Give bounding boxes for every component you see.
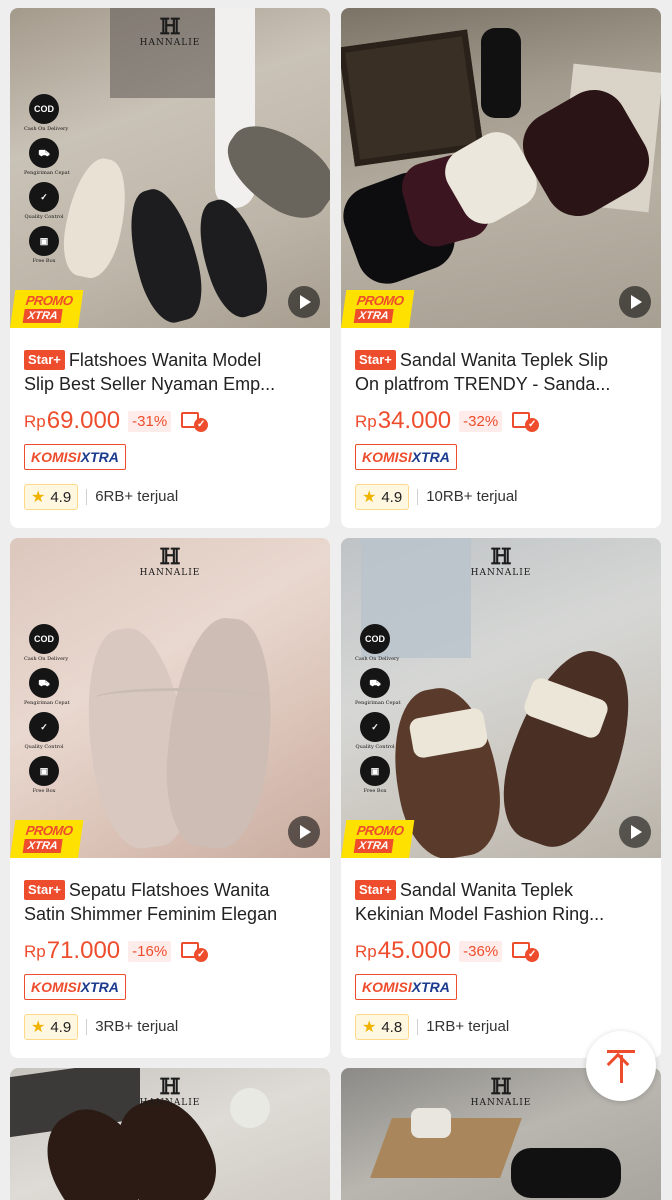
sold-count: 10RB+ terjual <box>417 489 518 505</box>
play-video-icon[interactable] <box>619 816 651 848</box>
promo-xtra-label: PROMO XTRA <box>10 290 84 328</box>
product-image[interactable]: ℍ HANNALIE COD Cash On Delivery ⛟ Pengirim… <box>10 8 330 328</box>
product-price: 69.000 <box>46 407 121 434</box>
check-icon: ✓ <box>360 712 390 742</box>
price-row: Rp 71.000 -16% ✓ <box>24 936 316 966</box>
picture-frame-image <box>341 29 484 167</box>
sandal-image <box>511 1148 621 1198</box>
shoe-image <box>118 182 212 328</box>
brand-logo: ℍ HANNALIE <box>470 544 532 578</box>
star-icon: ★ <box>362 1019 377 1036</box>
product-title[interactable]: Star+ Flatshoes Wanita Model Slip Best Se… <box>24 348 316 396</box>
voucher-icon: ✓ <box>181 940 211 962</box>
product-title[interactable]: Star+ Sandal Wanita Teplek Slip On platfr… <box>355 348 647 396</box>
voucher-icon: ✓ <box>512 940 542 962</box>
box-icon: ▣ <box>29 226 59 256</box>
komisi-xtra-badge: KOMISIXTRA <box>355 974 457 1000</box>
cod-icon: COD <box>29 624 59 654</box>
promo-xtra-label: PROMO XTRA <box>10 820 84 858</box>
back-to-top-button[interactable] <box>586 1031 656 1101</box>
play-video-icon[interactable] <box>288 816 320 848</box>
rating-badge: ★ 4.9 <box>355 484 410 510</box>
delivery-truck-icon: ⛟ <box>29 138 59 168</box>
product-grid: ℍ HANNALIE COD Cash On Delivery ⛟ Pengirim… <box>0 0 672 1200</box>
rating-badge: ★ 4.9 <box>24 1014 79 1040</box>
delivery-truck-icon: ⛟ <box>360 668 390 698</box>
product-image[interactable]: ℍ HANNALIE COD Cash On Delivery ⛟ Pengirim… <box>10 538 330 858</box>
service-badges: COD Cash On Delivery ⛟ Pengiriman Cepat ✓ Q… <box>24 94 70 270</box>
play-video-icon[interactable] <box>288 286 320 318</box>
product-title[interactable]: Star+ Sepatu Flatshoes Wanita Satin Shimm… <box>24 878 316 926</box>
promo-xtra-label: PROMO XTRA <box>341 290 415 328</box>
price-row: Rp 45.000 -36% ✓ <box>355 936 647 966</box>
shoe-image <box>158 613 282 853</box>
star-plus-badge: Star+ <box>24 350 65 370</box>
product-title[interactable]: Star+ Sandal Wanita Teplek Kekinian Model… <box>355 878 647 926</box>
pot-image <box>411 1108 451 1138</box>
komisi-xtra-badge: KOMISIXTRA <box>355 444 457 470</box>
product-card[interactable]: ℍ HANNALIE COD Cash On Delivery ⛟ Pengirim… <box>10 538 330 1058</box>
star-icon: ★ <box>362 489 377 506</box>
product-price: 45.000 <box>377 937 452 964</box>
arrow-up-icon <box>607 1050 635 1053</box>
price-row: Rp 34.000 -32% ✓ <box>355 406 647 436</box>
service-badges: COD Cash On Delivery ⛟ Pengiriman Cepat ✓ Q… <box>355 624 401 800</box>
voucher-icon: ✓ <box>512 410 542 432</box>
star-plus-badge: Star+ <box>355 880 396 900</box>
product-image[interactable]: ℍ HANNALIE <box>10 1068 330 1200</box>
delivery-truck-icon: ⛟ <box>29 668 59 698</box>
cod-icon: COD <box>360 624 390 654</box>
sold-count: 3RB+ terjual <box>86 1019 178 1035</box>
discount-badge: -16% <box>128 940 172 962</box>
star-icon: ★ <box>31 489 46 506</box>
service-badges: COD Cash On Delivery ⛟ Pengiriman Cepat ✓ Q… <box>24 624 70 800</box>
bow-image <box>95 688 265 708</box>
product-image[interactable]: ℍ HANNALIE COD Cash On Delivery ⛟ Pengirim… <box>341 538 661 858</box>
product-price: 34.000 <box>377 407 452 434</box>
star-plus-badge: Star+ <box>24 880 65 900</box>
komisi-xtra-badge: KOMISIXTRA <box>24 444 126 470</box>
product-card[interactable]: PROMO XTRA Star+ Sandal Wanita Teplek Slip… <box>341 8 661 528</box>
discount-badge: -31% <box>128 410 172 432</box>
brand-logo: ℍ HANNALIE <box>139 1074 201 1108</box>
cod-icon: COD <box>29 94 59 124</box>
discount-badge: -36% <box>459 940 503 962</box>
box-icon: ▣ <box>360 756 390 786</box>
product-card[interactable]: ℍ HANNALIE <box>10 1068 330 1200</box>
star-icon: ★ <box>31 1019 46 1036</box>
product-card[interactable]: ℍ HANNALIE COD Cash On Delivery ⛟ Pengirim… <box>341 538 661 1058</box>
product-card[interactable]: ℍ HANNALIE COD Cash On Delivery ⛟ Pengirim… <box>10 8 330 528</box>
shoe-image <box>187 192 278 324</box>
sold-count: 6RB+ terjual <box>86 489 178 505</box>
flower-image <box>230 1088 270 1128</box>
price-row: Rp 69.000 -31% ✓ <box>24 406 316 436</box>
vase-image <box>481 28 521 118</box>
rating-badge: ★ 4.8 <box>355 1014 410 1040</box>
rating-badge: ★ 4.9 <box>24 484 79 510</box>
star-plus-badge: Star+ <box>355 350 396 370</box>
promo-xtra-label: PROMO XTRA <box>341 820 415 858</box>
brand-logo: ℍ HANNALIE <box>139 14 201 48</box>
box-icon: ▣ <box>29 756 59 786</box>
discount-badge: -32% <box>459 410 503 432</box>
product-price: 71.000 <box>46 937 121 964</box>
play-video-icon[interactable] <box>619 286 651 318</box>
brand-logo: ℍ HANNALIE <box>470 1074 532 1108</box>
sold-count: 1RB+ terjual <box>417 1019 509 1035</box>
voucher-icon: ✓ <box>181 410 211 432</box>
check-icon: ✓ <box>29 182 59 212</box>
komisi-xtra-badge: KOMISIXTRA <box>24 974 126 1000</box>
product-image[interactable]: PROMO XTRA <box>341 8 661 328</box>
brand-logo: ℍ HANNALIE <box>139 544 201 578</box>
check-icon: ✓ <box>29 712 59 742</box>
